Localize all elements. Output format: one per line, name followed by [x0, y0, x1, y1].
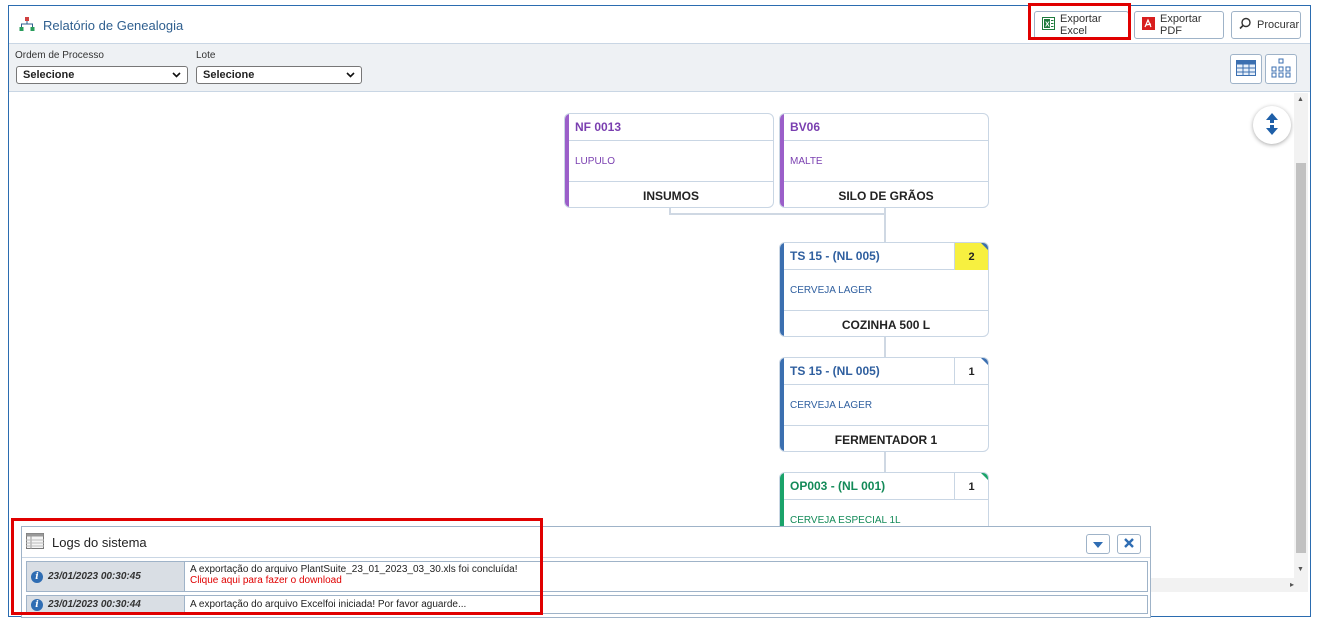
app-frame: Relatório de Genealogia X Exportar Excel… — [8, 3, 1311, 618]
node-location: FERMENTADOR 1 — [834, 432, 938, 447]
logs-highlight-box — [11, 518, 543, 615]
tree-view-icon — [1271, 58, 1291, 81]
node-corner-marker — [981, 243, 988, 250]
node-location: SILO DE GRÃOS — [838, 188, 934, 203]
node-product: LUPULO — [569, 141, 773, 182]
scroll-down-arrow-icon[interactable]: ▼ — [1297, 566, 1304, 573]
genealogy-node[interactable]: TS 15 - (NL 005) 1 CERVEJA LAGER FERMENT… — [779, 357, 989, 452]
export-pdf-label: Exportar PDF — [1160, 13, 1202, 37]
genealogy-node[interactable]: TS 15 - (NL 005) 2 CERVEJA LAGER COZINHA… — [779, 242, 989, 337]
vertical-scrollbar[interactable]: ▲ ▼ — [1294, 93, 1308, 578]
lot-select[interactable]: Selecione — [196, 66, 362, 84]
node-code: NF 0013 — [569, 114, 773, 141]
genealogy-tree-icon — [19, 17, 35, 34]
title-wrap: Relatório de Genealogia — [19, 17, 183, 34]
header: Relatório de Genealogia X Exportar Excel… — [9, 3, 1310, 44]
close-icon — [1124, 537, 1134, 551]
node-corner-marker — [981, 358, 988, 365]
close-logs-button[interactable] — [1117, 534, 1141, 554]
chevron-down-icon — [172, 69, 181, 81]
connector — [884, 451, 886, 473]
connector — [884, 336, 886, 358]
caret-down-icon — [1093, 537, 1103, 551]
tree-view-button[interactable] — [1265, 54, 1297, 84]
collapse-logs-button[interactable] — [1086, 534, 1110, 554]
pdf-icon — [1142, 17, 1155, 33]
node-product: CERVEJA LAGER — [784, 385, 988, 426]
lot-label: Lote — [196, 50, 216, 61]
page-title: Relatório de Genealogia — [43, 18, 184, 33]
export-pdf-button[interactable]: Exportar PDF — [1134, 11, 1224, 39]
scroll-up-arrow-icon[interactable]: ▲ — [1297, 96, 1304, 103]
table-icon — [1236, 59, 1256, 79]
node-location: COZINHA 500 L — [841, 317, 931, 332]
node-product: MALTE — [784, 141, 988, 182]
genealogy-node[interactable]: BV06 MALTE SILO DE GRÃOS — [779, 113, 989, 208]
process-order-value: Selecione — [23, 69, 75, 81]
expand-collapse-button[interactable] — [1253, 106, 1291, 144]
scrollbar-thumb[interactable] — [1296, 163, 1306, 553]
excel-highlight-box — [1028, 3, 1131, 40]
lot-value: Selecione — [203, 69, 255, 81]
connector — [669, 213, 886, 215]
filter-bar: Ordem de Processo Selecione Lote Selecio… — [9, 44, 1310, 92]
genealogy-canvas[interactable]: NF 0013 LUPULO INSUMOS BV06 MALTE SILO D… — [9, 93, 1293, 589]
search-button[interactable]: Procurar — [1231, 11, 1301, 39]
chevron-down-icon — [346, 69, 355, 81]
node-corner-marker — [981, 473, 988, 480]
genealogy-node[interactable]: NF 0013 LUPULO INSUMOS — [564, 113, 774, 208]
process-order-label: Ordem de Processo — [15, 50, 104, 61]
node-product: CERVEJA LAGER — [784, 270, 988, 311]
arrow-up-down-icon — [1265, 112, 1279, 139]
node-code: BV06 — [784, 114, 988, 141]
table-view-button[interactable] — [1230, 54, 1262, 84]
horizontal-scrollbar[interactable]: ▸ — [1144, 578, 1308, 592]
process-order-select[interactable]: Selecione — [16, 66, 188, 84]
search-label: Procurar — [1257, 19, 1300, 31]
search-icon — [1239, 17, 1252, 33]
node-location: INSUMOS — [642, 188, 699, 203]
scroll-right-arrow-icon[interactable]: ▸ — [1290, 580, 1294, 589]
